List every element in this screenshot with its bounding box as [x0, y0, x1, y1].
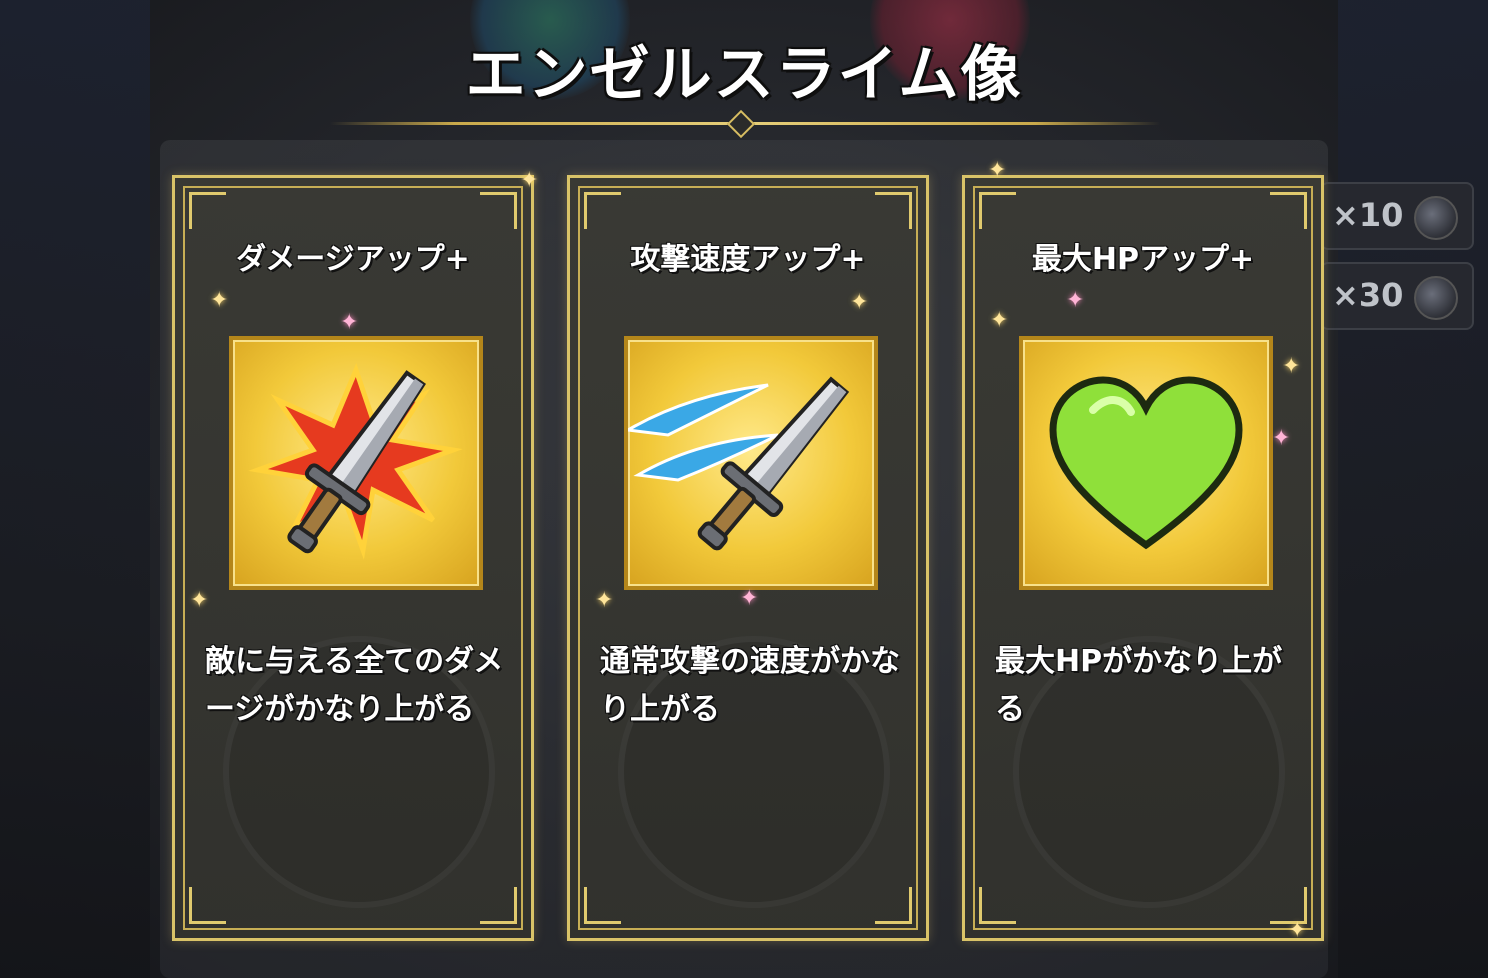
frame-corner [584, 192, 621, 229]
card-icon-frame [624, 336, 878, 590]
card-title: 攻撃速度アップ+ [630, 242, 866, 277]
currency-counter-1: ×10 [1320, 182, 1474, 250]
frame-corner [189, 192, 226, 229]
card-icon-frame [1019, 336, 1273, 590]
upgrade-card-attack-speed[interactable]: 攻撃速度アップ+ 通常攻撃の速度がかなり上がる [567, 175, 929, 941]
sparkle-decoration: ✦ [1288, 918, 1307, 943]
card-description: 通常攻撃の速度がかなり上がる [600, 644, 900, 727]
heart-icon [1049, 376, 1243, 550]
title-ornament [726, 109, 756, 139]
sword-speed-icon [628, 376, 850, 551]
frame-corner [1270, 192, 1307, 229]
orb-icon [1414, 196, 1458, 240]
frame-corner [979, 192, 1016, 229]
frame-corner [480, 192, 517, 229]
frame-corner [875, 887, 912, 924]
sparkle-decoration: ✦ [850, 290, 869, 315]
frame-corner [875, 192, 912, 229]
sparkle-decoration: ✦ [340, 310, 359, 335]
sparkle-decoration: ✦ [1282, 354, 1301, 379]
background-pillar-left [0, 0, 150, 978]
sparkle-decoration: ✦ [210, 288, 229, 313]
sparkle-decoration: ✦ [740, 586, 759, 611]
sword-burst-icon [248, 362, 463, 560]
sparkle-decoration: ✦ [988, 158, 1007, 183]
sparkle-decoration: ✦ [1066, 288, 1085, 313]
sparkle-decoration: ✦ [520, 168, 539, 193]
upgrade-card-max-hp[interactable]: 最大HPアップ+ 最大HPがかなり上がる [962, 175, 1324, 941]
card-icon-frame [229, 336, 483, 590]
card-title: 最大HPアップ+ [1031, 242, 1255, 277]
sparkle-decoration: ✦ [990, 308, 1009, 333]
sparkle-decoration: ✦ [190, 588, 209, 613]
frame-corner [480, 887, 517, 924]
orb-icon [1414, 276, 1458, 320]
frame-corner [584, 887, 621, 924]
page-title: エンゼルスライム像 [465, 40, 1023, 110]
sparkle-decoration: ✦ [1272, 426, 1291, 451]
frame-corner [189, 887, 226, 924]
frame-corner [979, 887, 1016, 924]
card-description: 最大HPがかなり上がる [995, 644, 1283, 727]
counter-value: ×30 [1332, 276, 1404, 314]
card-title: ダメージアップ+ [236, 242, 470, 277]
background-pillar-right [1338, 0, 1488, 978]
card-description: 敵に与える全てのダメージがかなり上がる [205, 644, 504, 727]
currency-counter-2: ×30 [1320, 262, 1474, 330]
sparkle-decoration: ✦ [595, 588, 614, 613]
counter-value: ×10 [1332, 196, 1404, 234]
